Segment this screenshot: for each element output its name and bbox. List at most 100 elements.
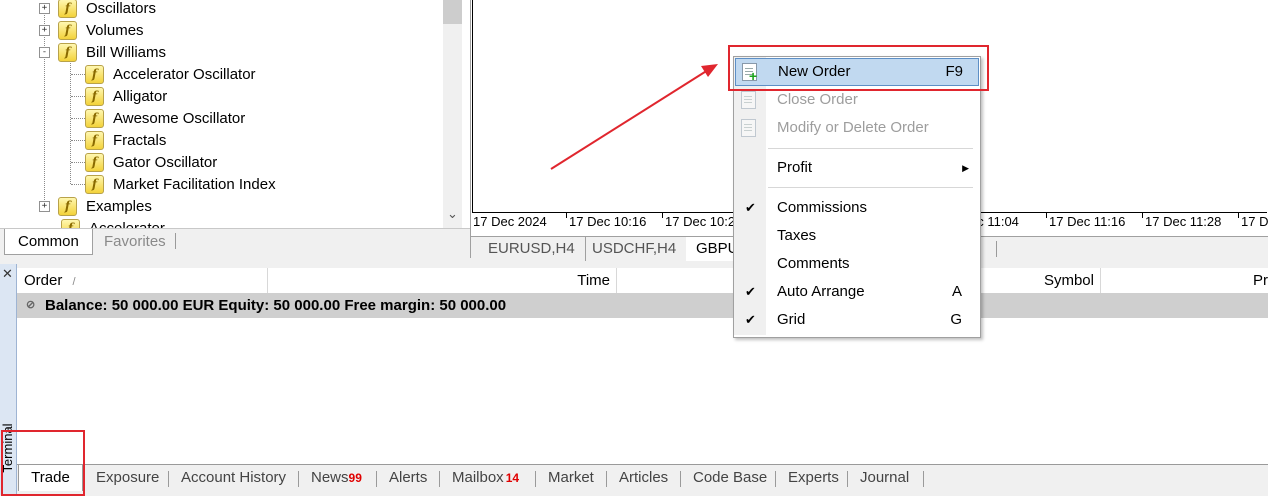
time-tick	[1046, 212, 1047, 218]
tab-account-history[interactable]: Account History	[181, 465, 286, 491]
tree-item-volumes[interactable]: + f Volumes	[39, 19, 144, 41]
balance-status-icon: ⊘	[26, 299, 36, 311]
navigator-panel: + f Oscillators + f Volumes - f Bill Wil…	[0, 0, 471, 258]
scroll-down-icon[interactable]: ⌄	[444, 206, 461, 226]
tab-exposure[interactable]: Exposure	[96, 465, 159, 491]
column-label: Symbol	[1043, 272, 1094, 289]
tab-separator	[775, 471, 776, 487]
indicator-folder-icon: f	[58, 20, 77, 40]
tab-articles[interactable]: Articles	[619, 465, 668, 491]
trade-table-header: Order / Time Symbol Pr	[17, 268, 1268, 294]
highlight-box-new-order	[728, 45, 989, 91]
menu-item-label: Taxes	[777, 227, 817, 244]
sort-indicator-icon: /	[72, 276, 76, 288]
tab-usdchf-h4[interactable]: USDCHF,H4	[582, 237, 688, 261]
navigator-scroll-thumb[interactable]	[443, 0, 462, 24]
tab-mailbox[interactable]: Mailbox 14	[452, 465, 519, 491]
tab-eurusd-h4[interactable]: EURUSD,H4	[478, 237, 586, 261]
time-label: 17 Dec 10:2	[665, 214, 736, 229]
tab-separator	[535, 471, 536, 487]
tab-favorites[interactable]: Favorites	[91, 229, 179, 255]
balance-row[interactable]: ⊘ Balance: 50 000.00 EUR Equity: 50 000.…	[17, 293, 1268, 318]
modify-order-icon	[741, 119, 756, 137]
collapse-icon[interactable]: -	[39, 46, 50, 58]
menu-item-grid[interactable]: ✔ Grid G	[735, 307, 977, 333]
tab-separator	[175, 233, 176, 249]
indicator-folder-icon: f	[58, 0, 77, 18]
tab-journal[interactable]: Journal	[860, 465, 909, 491]
column-price[interactable]: Pr	[1101, 268, 1268, 293]
time-tick	[566, 212, 567, 218]
time-label: 17 Dec 2024	[473, 214, 547, 229]
time-label: 17 D	[1241, 214, 1268, 229]
tree-item-label: Examples	[86, 197, 152, 215]
tree-item-bill-williams[interactable]: - f Bill Williams	[39, 41, 166, 63]
menu-item-label: Modify or Delete Order	[777, 119, 929, 136]
tree-line	[71, 162, 85, 163]
tab-separator	[923, 471, 924, 487]
navigator-scrollbar[interactable]	[443, 0, 462, 228]
tree-line	[71, 140, 85, 141]
tree-item-label: Fractals	[113, 131, 167, 149]
tree-item-label: Awesome Oscillator	[113, 109, 246, 127]
tree-item-examples[interactable]: + f Examples	[39, 195, 152, 217]
tab-label: Experts	[788, 469, 839, 486]
menu-item-profit[interactable]: Profit ▶	[735, 155, 977, 181]
tree-item-label: Bill Williams	[86, 43, 166, 61]
expand-icon[interactable]: +	[39, 200, 50, 212]
expand-icon[interactable]: +	[39, 24, 50, 36]
tab-label: USDCHF,H4	[592, 240, 677, 257]
tree-item-label: Alligator	[113, 87, 168, 105]
terminal-tabs: Trade Exposure Account History News99 Al…	[17, 464, 1268, 496]
tab-label: Alerts	[389, 469, 428, 486]
tab-market[interactable]: Market	[548, 465, 594, 491]
tree-item-fractals[interactable]: f Fractals	[85, 129, 166, 151]
column-order[interactable]: Order /	[17, 268, 268, 293]
menu-item-comments[interactable]: Comments	[735, 251, 977, 277]
tab-label: Account History	[181, 469, 287, 486]
menu-item-auto-arrange[interactable]: ✔ Auto Arrange A	[735, 279, 977, 305]
tree-item-accelerator-oscillator[interactable]: f Accelerator Oscillator	[85, 63, 256, 85]
tab-label: Code Base	[693, 469, 768, 486]
tree-item-gator-oscillator[interactable]: f Gator Oscillator	[85, 151, 217, 173]
expand-icon[interactable]: +	[39, 2, 50, 14]
indicator-icon: f	[85, 130, 104, 150]
trade-table-body[interactable]	[17, 318, 1268, 464]
menu-item-commissions[interactable]: ✔ Commissions	[735, 195, 977, 221]
close-icon[interactable]: ✕	[2, 266, 13, 282]
menu-item-shortcut: A	[951, 283, 962, 300]
column-time[interactable]: Time	[268, 268, 617, 293]
menu-item-taxes[interactable]: Taxes	[735, 223, 977, 249]
news-count-badge: 99	[348, 471, 362, 485]
indicator-folder-icon: f	[58, 196, 77, 216]
column-label: Order	[24, 272, 63, 289]
menu-separator	[768, 148, 973, 149]
tree-item-label: Market Facilitation Index	[113, 175, 276, 193]
tree-item-alligator[interactable]: f Alligator	[85, 85, 167, 107]
tab-experts[interactable]: Experts	[788, 465, 839, 491]
tab-separator	[606, 471, 607, 487]
menu-item-shortcut: G	[950, 311, 962, 328]
tree-item-oscillators[interactable]: + f Oscillators	[39, 0, 156, 19]
mailbox-count-badge: 14	[505, 471, 520, 485]
time-label: 17 Dec 10:16	[569, 214, 647, 229]
submenu-arrow-icon: ▶	[962, 163, 969, 173]
tab-separator	[376, 471, 377, 487]
tree-item-market-facilitation-index[interactable]: f Market Facilitation Index	[85, 173, 276, 195]
tree-line	[70, 60, 71, 184]
tab-label: EURUSD,H4	[488, 240, 575, 257]
tab-code-base[interactable]: Code Base	[693, 465, 767, 491]
tab-news[interactable]: News99	[311, 465, 362, 491]
tab-label: Mailbox	[452, 469, 504, 486]
tree-item-awesome-oscillator[interactable]: f Awesome Oscillator	[85, 107, 245, 129]
time-tick	[1238, 212, 1239, 218]
tab-alerts[interactable]: Alerts	[389, 465, 427, 491]
checkmark-icon: ✔	[745, 312, 756, 327]
tab-common[interactable]: Common	[4, 229, 93, 255]
tree-line	[71, 96, 85, 97]
menu-item-modify-or-delete-order[interactable]: Modify or Delete Order	[735, 115, 977, 141]
highlight-box-terminal-trade	[1, 430, 85, 496]
checkmark-icon: ✔	[745, 200, 756, 215]
tab-separator	[298, 471, 299, 487]
indicator-folder-icon: f	[58, 42, 77, 62]
